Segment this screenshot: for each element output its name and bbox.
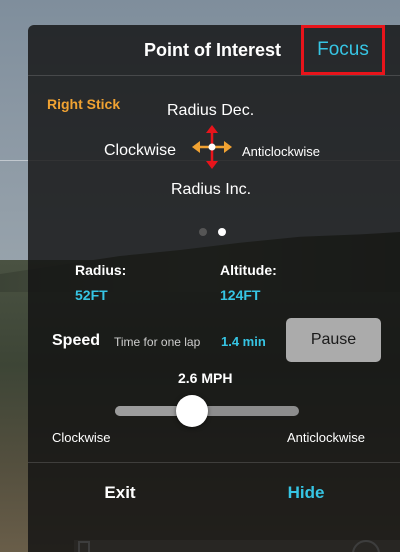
four-way-arrows-icon — [192, 125, 232, 169]
slider-left-label: Clockwise — [52, 430, 111, 445]
hide-button[interactable]: Hide — [276, 483, 336, 503]
lap-time-label: Time for one lap — [114, 335, 201, 349]
footer-divider — [28, 462, 400, 463]
stick-down-label: Radius Inc. — [171, 181, 252, 198]
header-divider — [28, 75, 400, 76]
slider-right-label: Anticlockwise — [287, 430, 366, 445]
panel-title: Point of Interest — [144, 40, 282, 60]
speed-value: 2.6 MPH — [178, 370, 233, 386]
page-dot-2-active[interactable] — [218, 228, 226, 236]
speed-label: Speed — [52, 332, 101, 349]
pause-button[interactable]: Pause — [286, 318, 381, 362]
stick-right-label: Anticlockwise — [242, 144, 321, 159]
stick-up-label: Radius Dec. — [167, 102, 255, 119]
focus-button[interactable]: Focus — [301, 25, 385, 75]
panel-header: Point of Interest Focus — [28, 25, 400, 75]
exit-button[interactable]: Exit — [90, 483, 150, 503]
speed-slider[interactable] — [115, 395, 299, 427]
stick-left-label: Clockwise — [104, 142, 177, 159]
right-stick-label: Right Stick — [47, 96, 121, 112]
altitude-value: 124FT — [220, 287, 261, 303]
altitude-label: Altitude: — [220, 262, 277, 278]
radius-label: Radius: — [75, 262, 127, 278]
page-dot-1[interactable] — [199, 228, 207, 236]
radius-value: 52FT — [75, 287, 108, 303]
lap-time-value: 1.4 min — [221, 334, 266, 349]
poi-panel: Point of Interest Focus Right Stick Radi… — [28, 25, 400, 552]
speed-slider-thumb[interactable] — [176, 395, 209, 427]
